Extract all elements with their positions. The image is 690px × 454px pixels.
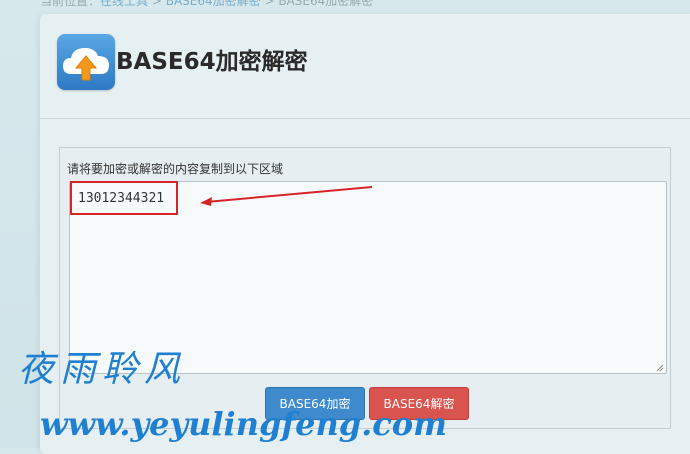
input-label: 请将要加密或解密的内容复制到以下区域 [67, 162, 284, 176]
breadcrumb-link-tools[interactable]: 在线工具 [100, 0, 148, 8]
annotation-arrow [200, 186, 373, 206]
cloud-upload-icon [57, 34, 115, 90]
watermark-url: www.yeyulingfeng.com [40, 405, 447, 443]
breadcrumb: 当前位置：在线工具 > BASE64加密解密 > BASE64加密解密 [40, 0, 374, 8]
divider [40, 118, 690, 119]
breadcrumb-current: BASE64加密解密 [278, 0, 374, 8]
watermark-chinese: 夜雨聆风 [18, 349, 187, 390]
breadcrumb-sep: > [148, 0, 166, 8]
highlight-box [70, 181, 178, 215]
breadcrumb-sep: > [260, 0, 279, 8]
page-title: BASE64加密解密 [116, 49, 308, 75]
breadcrumb-prefix: 当前位置： [40, 0, 101, 8]
resize-handle-icon[interactable] [656, 364, 664, 372]
breadcrumb-link-base64[interactable]: BASE64加密解密 [166, 0, 261, 8]
